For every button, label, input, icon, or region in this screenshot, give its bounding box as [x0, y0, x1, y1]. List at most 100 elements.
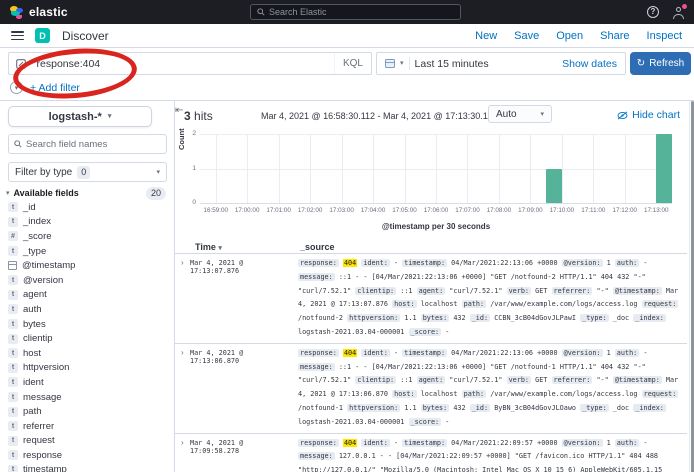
add-filter-button[interactable]: + Add filter: [30, 82, 80, 94]
field-item-_index[interactable]: t_index: [8, 215, 170, 230]
y-tick-label: 0: [175, 199, 196, 206]
expand-row-icon[interactable]: ›: [181, 437, 190, 472]
field-name-pill: verb:: [507, 287, 531, 295]
text-field-icon: t: [8, 363, 18, 373]
x-tick-label: 17:04:00: [361, 207, 386, 214]
field-name-pill: _index:: [633, 404, 666, 412]
field-item-httpversion[interactable]: thttpversion: [8, 361, 170, 376]
filter-bar: ▾ + Add filter: [0, 80, 694, 100]
save-button[interactable]: Save: [514, 30, 539, 42]
refresh-button[interactable]: ↻ Refresh: [630, 52, 691, 75]
global-search-box[interactable]: [250, 4, 461, 20]
field-name-pill: host:: [392, 300, 416, 308]
divider: [409, 57, 410, 70]
table-row: ›Mar 4, 2021 @ 17:13:06.870response: 404…: [175, 343, 687, 433]
field-name-pill: timestamp:: [402, 349, 447, 357]
field-item-agent[interactable]: tagent: [8, 288, 170, 303]
field-name-pill: message:: [298, 273, 335, 281]
field-name: _id: [23, 202, 36, 213]
field-name-pill: response:: [298, 439, 339, 447]
calendar-icon: [385, 59, 395, 68]
field-name-pill: referrer:: [552, 287, 593, 295]
field-search-box[interactable]: [8, 134, 167, 154]
field-item-@version[interactable]: t@version: [8, 273, 170, 288]
field-name-pill: auth:: [615, 439, 639, 447]
query-input[interactable]: [37, 58, 334, 70]
date-picker[interactable]: ▾ Last 15 minutes Show dates: [376, 52, 626, 75]
gridline: [200, 134, 672, 135]
text-field-icon: t: [8, 202, 18, 212]
query-language-button[interactable]: KQL: [334, 53, 371, 74]
field-item-ident[interactable]: tident: [8, 375, 170, 390]
field-name-pill: message:: [298, 363, 335, 371]
chevron-down-icon: ▾: [108, 113, 112, 120]
field-name-pill: response:: [298, 349, 339, 357]
expand-row-icon[interactable]: ›: [181, 347, 190, 430]
field-item-message[interactable]: tmessage: [8, 390, 170, 405]
field-item-_score[interactable]: #_score: [8, 229, 170, 244]
field-name-pill: ident:: [361, 439, 390, 447]
x-tick-label: 17:00:00: [235, 207, 260, 214]
discover-main-panel: ⇤ 3 hits Mar 4, 2021 @ 16:58:30.112 - Ma…: [175, 100, 694, 472]
highlighted-value: 404: [343, 439, 357, 447]
hide-chart-button[interactable]: Hide chart: [617, 109, 680, 121]
share-button[interactable]: Share: [600, 30, 629, 42]
show-dates-button[interactable]: Show dates: [562, 58, 617, 70]
field-item-response[interactable]: t response: [8, 448, 170, 463]
field-item-timestamp[interactable]: ttimestamp: [8, 463, 170, 472]
saved-query-menu-button[interactable]: ▾: [9, 59, 37, 69]
global-search-input[interactable]: [269, 7, 454, 17]
field-item-@timestamp[interactable]: @timestamp: [8, 258, 170, 273]
collapse-sidebar-icon[interactable]: ⇤: [175, 105, 183, 116]
histogram-bar-17:13:00: [656, 134, 672, 203]
scrollbar-thumb[interactable]: [691, 101, 694, 472]
app-bar: D Discover New Save Open Share Inspect: [0, 24, 694, 48]
field-item-referrer[interactable]: treferrer: [8, 419, 170, 434]
field-name: response: [23, 450, 62, 461]
vertical-scrollbar[interactable]: [689, 101, 693, 472]
open-button[interactable]: Open: [556, 30, 583, 42]
chevron-down-icon: ▾: [156, 169, 160, 176]
field-name-pill: _index:: [633, 314, 666, 322]
field-search-input[interactable]: [26, 139, 161, 150]
field-item-_type[interactable]: t_type: [8, 244, 170, 259]
kibana-discover-page: elastic ? D Discover New Save Open Share: [0, 0, 694, 472]
field-item-auth[interactable]: tauth: [8, 302, 170, 317]
help-icon[interactable]: ?: [647, 6, 659, 18]
index-pattern-selector[interactable]: logstash-* ▾: [8, 106, 152, 127]
interval-value: Auto: [496, 109, 517, 120]
expand-row-icon[interactable]: ›: [181, 257, 190, 340]
field-name-pill: agent:: [417, 287, 446, 295]
time-range-value[interactable]: Last 15 minutes: [415, 58, 558, 70]
filter-by-type-button[interactable]: Filter by type 0 ▾: [8, 162, 167, 182]
new-button[interactable]: New: [475, 30, 497, 42]
discover-app-badge: D: [35, 28, 50, 43]
field-name-pill: request:: [642, 300, 679, 308]
field-name-pill: @version:: [562, 259, 603, 267]
row-timestamp: Mar 4, 2021 @ 17:13:07.876: [190, 257, 296, 340]
filter-options-icon[interactable]: ▾: [10, 81, 23, 94]
inspect-button[interactable]: Inspect: [647, 30, 682, 42]
field-item-_id[interactable]: t _id: [8, 200, 170, 215]
refresh-icon: ↻: [637, 59, 645, 69]
hide-chart-label: Hide chart: [632, 109, 680, 121]
time-column-header[interactable]: Time ▾: [195, 242, 222, 252]
field-item-clientip[interactable]: tclientip: [8, 331, 170, 346]
row-source: response: 404 ident: - timestamp: 04/Mar…: [298, 437, 683, 472]
interval-select[interactable]: Auto ▾: [488, 105, 552, 123]
available-fields-toggle[interactable]: ▾ Available fields: [6, 188, 79, 198]
field-item-path[interactable]: tpath: [8, 404, 170, 419]
field-item-host[interactable]: thost: [8, 346, 170, 361]
field-name: timestamp: [23, 464, 67, 472]
x-tick-label: 17:05:00: [392, 207, 417, 214]
avatar[interactable]: [672, 6, 685, 19]
query-input-box[interactable]: ▾ KQL: [8, 52, 372, 75]
text-field-icon: t: [8, 450, 18, 460]
field-name-pill: referrer:: [552, 376, 593, 384]
field-item-bytes[interactable]: tbytes: [8, 317, 170, 332]
menu-icon[interactable]: [11, 31, 24, 40]
page-title: Discover: [62, 29, 109, 43]
field-item-request[interactable]: trequest: [8, 434, 170, 449]
field-name: message: [23, 392, 62, 403]
row-source: response: 404 ident: - timestamp: 04/Mar…: [298, 257, 683, 340]
